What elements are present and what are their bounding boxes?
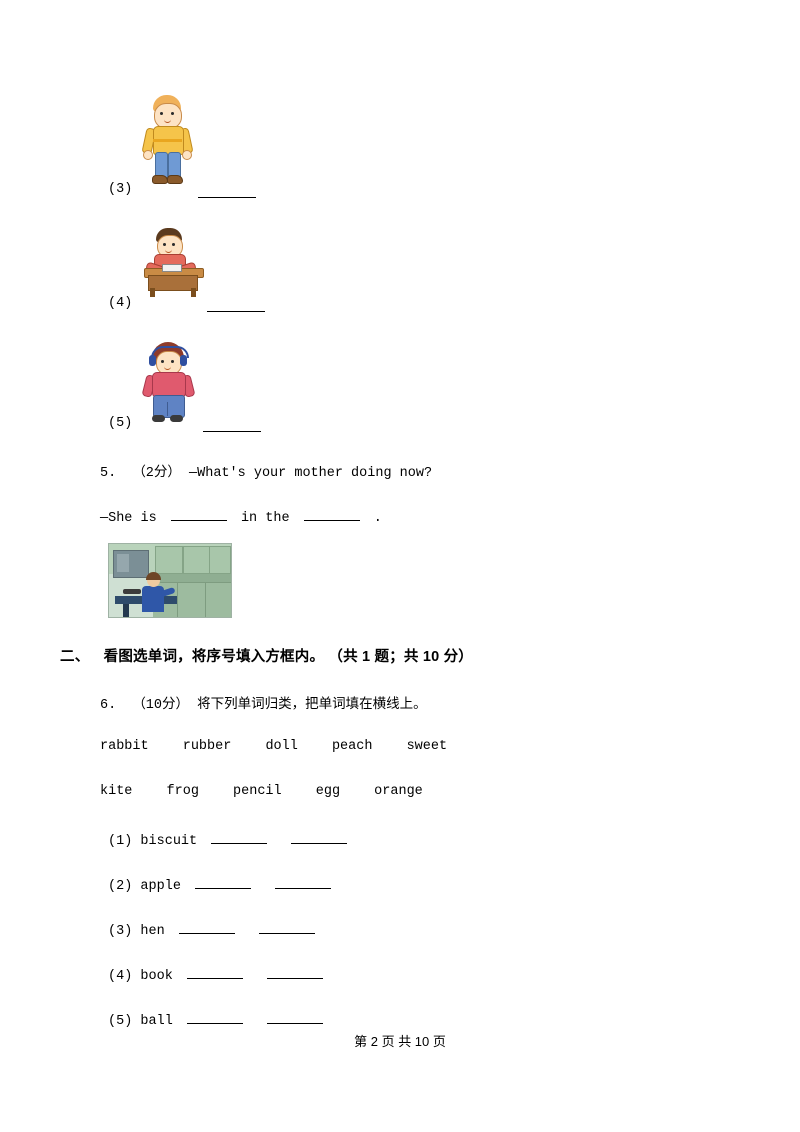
sub-item-1: (1) biscuit bbox=[108, 830, 348, 849]
answer-blank-3[interactable] bbox=[198, 196, 256, 198]
cabinet-2 bbox=[183, 546, 211, 574]
sub-item-5-blank-a[interactable] bbox=[186, 1010, 243, 1024]
answer-middle: in the bbox=[240, 511, 290, 526]
illustration-girl-headphones bbox=[140, 342, 204, 424]
sub-item-4-word: book bbox=[140, 969, 173, 984]
question-5-score: （2分） bbox=[132, 466, 181, 481]
answer-blank-place[interactable] bbox=[303, 507, 360, 521]
sub-item-5-blank-b[interactable] bbox=[267, 1010, 324, 1024]
word-peach: peach bbox=[331, 739, 373, 754]
answer-blank-4[interactable] bbox=[207, 310, 265, 312]
word-doll: doll bbox=[265, 739, 298, 754]
eye-left bbox=[161, 360, 164, 363]
answer-suffix: . bbox=[373, 511, 382, 526]
book-shape bbox=[162, 264, 182, 272]
sub-item-5-word: ball bbox=[140, 1014, 173, 1029]
cabinet-divider-2 bbox=[205, 582, 206, 617]
answer-blank-5[interactable] bbox=[203, 430, 261, 432]
document-page: (3) (4) (5) 5. （2分） —What's your mother … bbox=[0, 0, 800, 1132]
window-pane bbox=[117, 554, 129, 572]
shoe-left bbox=[152, 175, 168, 184]
illustration-standing-boy bbox=[140, 95, 200, 185]
sub-item-2-blank-b[interactable] bbox=[275, 875, 332, 889]
desk-leg-left bbox=[150, 288, 155, 297]
word-egg: egg bbox=[315, 784, 341, 799]
eye-left bbox=[163, 243, 166, 246]
question-5-prompt: —What's your mother doing now? bbox=[189, 466, 433, 481]
item-number-5: (5) bbox=[108, 416, 133, 431]
desk-leg-right bbox=[191, 288, 196, 297]
cabinet-1 bbox=[155, 546, 183, 574]
hand-right bbox=[182, 150, 192, 160]
section-2-heading: 二、 看图选单词，将序号填入方框内。 （共 1 题；共 10 分） bbox=[60, 645, 473, 666]
cabinet-divider-1 bbox=[177, 582, 178, 617]
sub-item-2-blank-a[interactable] bbox=[195, 875, 252, 889]
eye-right bbox=[172, 243, 175, 246]
question-6-text: 将下列单词归类，把单词填在横线上。 bbox=[197, 698, 427, 713]
section-2-title: 看图选单词，将序号填入方框内。 bbox=[103, 649, 325, 665]
sub-item-1-blank-b[interactable] bbox=[291, 830, 348, 844]
answer-blank-verb[interactable] bbox=[170, 507, 227, 521]
section-2-count: （共 1 题；共 10 分） bbox=[328, 649, 473, 665]
eye-left bbox=[160, 112, 163, 115]
word-bank-row-1: rabbit rubber doll peach sweet bbox=[100, 739, 447, 754]
sub-item-4-blank-a[interactable] bbox=[186, 965, 243, 979]
sub-item-4-blank-b[interactable] bbox=[267, 965, 324, 979]
section-2-marker: 二、 bbox=[60, 649, 90, 665]
sub-item-1-blank-a[interactable] bbox=[211, 830, 268, 844]
question-6-line: 6. （10分） 将下列单词归类，把单词填在横线上。 bbox=[100, 692, 427, 713]
word-sweet: sweet bbox=[406, 739, 448, 754]
sub-item-3-word: hen bbox=[140, 924, 165, 939]
answer-prefix: —She is bbox=[100, 511, 157, 526]
sub-item-5-num: (5) bbox=[108, 1014, 133, 1029]
question-5-line: 5. （2分） —What's your mother doing now? bbox=[100, 460, 432, 481]
question-5-answer-line: —She is in the . bbox=[100, 507, 382, 526]
headphone-cup-left bbox=[149, 355, 156, 366]
sub-item-5: (5) ball bbox=[108, 1010, 324, 1029]
shoe-left bbox=[152, 415, 165, 422]
illustration-kitchen-mother-cooking bbox=[108, 543, 232, 618]
headphone-cup-right bbox=[180, 355, 187, 366]
word-orange: orange bbox=[374, 784, 423, 799]
word-pencil: pencil bbox=[233, 784, 282, 799]
word-rabbit: rabbit bbox=[100, 739, 149, 754]
sub-item-1-num: (1) bbox=[108, 834, 133, 849]
shirt-stripe bbox=[153, 139, 182, 142]
question-6-number: 6. bbox=[100, 698, 117, 713]
counter-top bbox=[149, 574, 231, 582]
word-rubber: rubber bbox=[182, 739, 232, 754]
item-number-4: (4) bbox=[108, 296, 133, 311]
sub-item-3-blank-a[interactable] bbox=[178, 920, 235, 934]
cabinet-3 bbox=[209, 546, 231, 574]
eye-right bbox=[171, 112, 174, 115]
page-footer: 第 2 页 共 10 页 bbox=[354, 1034, 446, 1049]
sub-item-4-num: (4) bbox=[108, 969, 133, 984]
sub-item-2: (2) apple bbox=[108, 875, 332, 894]
pan-shape bbox=[123, 589, 141, 594]
table-leg bbox=[123, 604, 129, 617]
eye-right bbox=[171, 360, 174, 363]
woman-hair bbox=[146, 572, 161, 580]
sub-item-4: (4) book bbox=[108, 965, 324, 984]
question-5-number: 5. bbox=[100, 466, 117, 481]
sub-item-1-word: biscuit bbox=[140, 834, 198, 849]
word-kite: kite bbox=[100, 784, 133, 799]
item-number-3: (3) bbox=[108, 182, 133, 197]
sub-item-2-num: (2) bbox=[108, 879, 133, 894]
sub-item-2-word: apple bbox=[140, 879, 181, 894]
shoe-right bbox=[167, 175, 183, 184]
sub-item-3: (3) hen bbox=[108, 920, 315, 939]
sub-item-3-num: (3) bbox=[108, 924, 133, 939]
shoe-right bbox=[170, 415, 183, 422]
sub-item-3-blank-b[interactable] bbox=[258, 920, 315, 934]
woman-body bbox=[142, 586, 164, 612]
question-6-score: （10分） bbox=[132, 698, 190, 713]
hand-left bbox=[143, 150, 153, 160]
word-frog: frog bbox=[166, 784, 199, 799]
pants-seam bbox=[167, 402, 168, 416]
word-bank-row-2: kite frog pencil egg orange bbox=[100, 784, 423, 799]
illustration-boy-at-desk bbox=[138, 228, 210, 298]
